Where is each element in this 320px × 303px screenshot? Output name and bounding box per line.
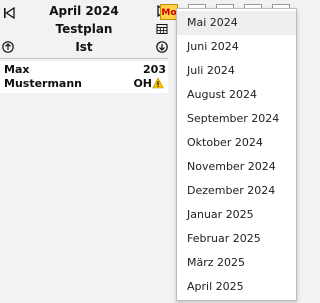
employee-last-name: Mustermann [4,77,83,90]
divider [0,58,168,59]
warning-icon [152,77,164,89]
month-option[interactable]: August 2024 [177,83,296,107]
month-option[interactable]: April 2025 [177,275,296,299]
month-option[interactable]: November 2024 [177,155,296,179]
month-option[interactable]: Januar 2025 [177,203,296,227]
month-title[interactable]: April 2024 [0,4,168,18]
month-header: April 2024 [0,2,168,20]
view-label[interactable]: Ist [0,40,168,54]
month-option[interactable]: Mai 2024 [177,11,296,35]
schedule-panel: April 2024 Testplan Ist Max Mustermann 2… [0,0,168,303]
arrow-down-circle-icon[interactable] [156,41,168,53]
employee-first-name: Max [4,63,30,76]
employee-code: OH [133,77,152,90]
employee-row[interactable]: Max Mustermann 203 OH [0,61,168,93]
month-option[interactable]: Februar 2025 [177,227,296,251]
calendar-grid-icon[interactable] [156,23,168,35]
month-option[interactable]: Oktober 2024 [177,131,296,155]
plan-name[interactable]: Testplan [0,22,168,36]
month-option[interactable]: September 2024 [177,107,296,131]
month-option[interactable]: März 2025 [177,251,296,275]
month-option[interactable]: Dezember 2024 [177,179,296,203]
month-dropdown[interactable]: Mai 2024 Juni 2024 Juli 2024 August 2024… [176,8,297,301]
view-row: Ist [0,38,168,56]
employee-number: 203 [143,63,166,76]
plan-row: Testplan [0,20,168,38]
month-option[interactable]: Juni 2024 [177,35,296,59]
month-option[interactable]: Juli 2024 [177,59,296,83]
